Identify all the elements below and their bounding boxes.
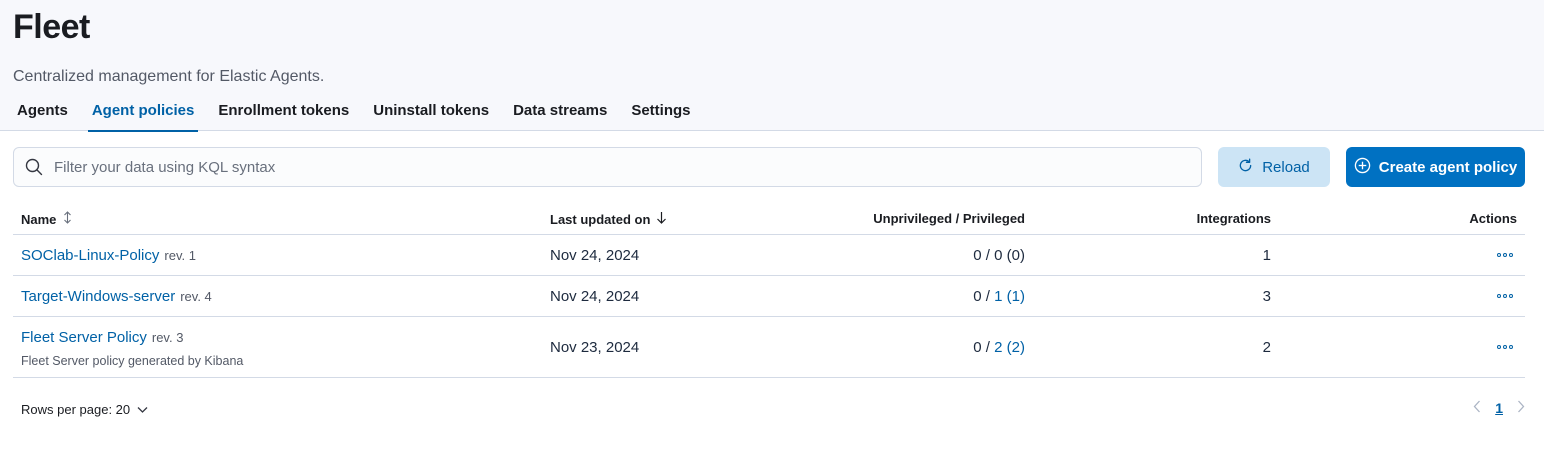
privileged-count[interactable]: 1 (994, 288, 1002, 305)
tab-bar: Agents Agent policies Enrollment tokens … (13, 100, 711, 132)
page-header: Fleet Centralized management for Elastic… (0, 0, 1544, 132)
search-icon (14, 147, 54, 187)
page-number[interactable]: 1 (1495, 400, 1503, 416)
table-row: SOClab-Linux-Policy rev. 1 Nov 24, 2024 0… (13, 235, 1525, 276)
policy-name-cell: Fleet Server Policy rev. 3 Fleet Server p… (21, 329, 243, 368)
table-footer: Rows per page: 20 1 (21, 400, 1525, 420)
reload-label: Reload (1262, 158, 1310, 176)
policy-name-cell: Target-Windows-server rev. 4 (21, 288, 212, 305)
privileged-cell: 0 / 0 (0) (973, 247, 1025, 264)
privileged-cell: 0 / 2 (2) (973, 339, 1025, 356)
policy-name-cell: SOClab-Linux-Policy rev. 1 (21, 247, 196, 264)
chevron-right-icon[interactable] (1517, 400, 1525, 416)
total-count[interactable]: (2) (1007, 339, 1025, 356)
last-updated-cell: Nov 23, 2024 (550, 339, 640, 356)
policy-description: Fleet Server policy generated by Kibana (21, 354, 244, 368)
column-header-integrations: Integrations (1196, 211, 1271, 226)
rows-per-page-select[interactable]: Rows per page: 20 (21, 402, 148, 417)
arrow-down-icon (656, 211, 667, 227)
create-label: Create agent policy (1378, 158, 1518, 176)
row-actions-icon[interactable] (1497, 345, 1513, 349)
sort-icon (62, 211, 73, 227)
last-updated-cell: Nov 24, 2024 (550, 247, 640, 264)
agent-policies-table: Name Last updated on Unprivileged / Priv… (13, 200, 1525, 378)
table-row: Target-Windows-server rev. 4 Nov 24, 2024… (13, 276, 1525, 317)
row-actions-icon[interactable] (1497, 294, 1513, 298)
chevron-down-icon (137, 402, 148, 417)
row-actions-icon[interactable] (1497, 253, 1513, 257)
column-header-name[interactable]: Name (21, 211, 73, 227)
plus-circle-icon (1354, 157, 1371, 178)
policy-revision: rev. 4 (180, 289, 212, 304)
table-row: Fleet Server Policy rev. 3 Fleet Server p… (13, 317, 1525, 378)
privileged-count[interactable]: 2 (994, 339, 1002, 356)
pagination: 1 (1473, 400, 1525, 416)
tab-data-streams[interactable]: Data streams (509, 100, 611, 131)
create-agent-policy-button[interactable]: Create agent policy (1346, 147, 1525, 187)
integrations-cell: 1 (1262, 247, 1271, 264)
page-title: Fleet (13, 8, 90, 46)
tab-settings[interactable]: Settings (627, 100, 694, 131)
policy-name-link[interactable]: Fleet Server Policy (21, 329, 147, 346)
last-updated-cell: Nov 24, 2024 (550, 288, 640, 305)
policy-name-link[interactable]: Target-Windows-server (21, 288, 175, 305)
policy-revision: rev. 3 (151, 330, 184, 345)
total-count: (0) (1006, 247, 1025, 264)
policy-name-link[interactable]: SOClab-Linux-Policy (21, 247, 159, 264)
column-header-last-updated[interactable]: Last updated on (550, 211, 667, 227)
privileged-cell: 0 / 1 (1) (973, 288, 1025, 305)
chevron-left-icon[interactable] (1473, 400, 1481, 416)
tab-agent-policies[interactable]: Agent policies (87, 100, 199, 132)
search-box[interactable] (13, 147, 1202, 187)
integrations-cell: 3 (1262, 288, 1271, 305)
integrations-cell: 2 (1262, 339, 1271, 356)
column-header-privileged: Unprivileged / Privileged (873, 211, 1025, 226)
table-header: Name Last updated on Unprivileged / Priv… (13, 200, 1525, 235)
total-count[interactable]: (1) (1007, 288, 1025, 305)
policy-revision: rev. 1 (164, 248, 196, 263)
privileged-count: 0 (994, 247, 1003, 264)
refresh-icon (1238, 157, 1253, 177)
toolbar: Reload Create agent policy (13, 147, 1525, 187)
column-header-actions: Actions (1469, 211, 1517, 226)
tab-uninstall-tokens[interactable]: Uninstall tokens (369, 100, 493, 131)
tab-enrollment-tokens[interactable]: Enrollment tokens (214, 100, 353, 131)
reload-button[interactable]: Reload (1218, 147, 1330, 187)
search-input[interactable] (54, 158, 1154, 176)
page-subtitle: Centralized management for Elastic Agent… (13, 68, 325, 85)
tab-agents[interactable]: Agents (13, 100, 72, 131)
